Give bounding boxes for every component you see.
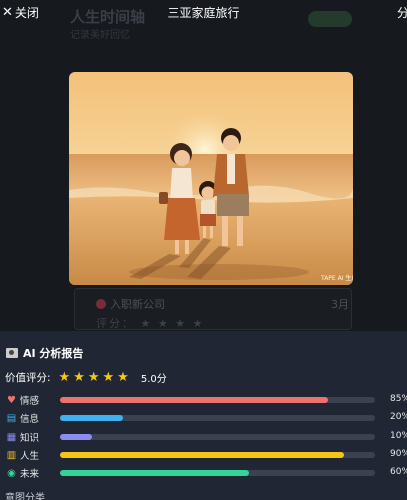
metric-label: 信息	[20, 414, 40, 425]
background-card-rating: 评分： ★ ★ ★ ★	[96, 317, 205, 330]
metric-bar-fill	[60, 415, 123, 421]
star-icon: ★	[102, 370, 115, 385]
panel-header: AI 分析报告	[6, 345, 83, 361]
star-icon: ★	[87, 370, 100, 385]
rating-stars: ★ ★ ★ ★ ★	[59, 371, 129, 384]
metric-row: ♥ 情感 85%	[6, 393, 407, 407]
page-title: 三亚家庭旅行	[167, 6, 240, 20]
background-subtitle: 记录美好回忆	[70, 30, 130, 41]
panel-title: AI 分析报告	[23, 347, 84, 360]
metric-bar-fill	[60, 452, 344, 458]
metric-bar-fill	[60, 397, 328, 403]
metric-label: 人生	[20, 451, 40, 462]
notepad-icon: ▤	[6, 412, 17, 424]
rating-value: 5.0分	[140, 374, 167, 385]
rating-label: 价值评分:	[5, 372, 51, 384]
metric-label: 知识	[20, 433, 40, 444]
camera-icon	[6, 348, 18, 358]
metric-percent: 90%	[390, 449, 407, 459]
metric-label: 未来	[20, 469, 40, 480]
chart-icon: ▥	[6, 449, 17, 461]
value-rating: 价值评分: ★ ★ ★ ★ ★ 5.0分	[5, 370, 167, 385]
metric-bar-track	[60, 434, 375, 440]
top-bar: ✕ 关闭 三亚家庭旅行 分享	[0, 0, 407, 24]
metric-bar-fill	[60, 470, 249, 476]
photo-watermark: TAPE AI 生成	[320, 274, 353, 282]
metric-percent: 20%	[390, 412, 407, 422]
metric-bar-track	[60, 397, 375, 403]
memory-photo[interactable]: TAPE AI 生成	[69, 72, 353, 285]
star-icon: ★	[73, 370, 85, 385]
metric-percent: 60%	[390, 467, 407, 477]
background-card-title: 入职新公司	[96, 296, 165, 312]
dot-icon	[96, 299, 106, 309]
beach-family-illustration: TAPE AI 生成	[69, 72, 353, 285]
books-icon: ▦	[6, 431, 17, 443]
metric-bar-track	[60, 470, 375, 476]
star-icon: ★	[117, 370, 129, 385]
background-card-title-text: 入职新公司	[110, 298, 165, 311]
metric-row: ◉ 未来 60%	[6, 466, 407, 480]
crystal-ball-icon: ◉	[7, 467, 16, 479]
metric-bar-fill	[60, 434, 92, 440]
share-button[interactable]: 分享	[397, 4, 407, 21]
intent-category-label: 意图分类	[5, 493, 45, 500]
metric-label: 情感	[20, 396, 40, 407]
metric-bar-track	[60, 452, 375, 458]
background-card-count: 3月	[331, 298, 349, 311]
metric-row: ▥人生 90%	[6, 448, 407, 462]
metric-bar-track	[60, 415, 375, 421]
metric-row: ▦知识 10%	[6, 430, 407, 444]
star-icon: ★	[58, 370, 71, 385]
background-card-rating-label: 评分：	[96, 317, 135, 330]
metric-percent: 85%	[390, 394, 407, 404]
metric-percent: 10%	[390, 431, 407, 441]
metric-row: ▤信息 20%	[6, 411, 407, 425]
heart-icon: ♥	[7, 394, 16, 406]
